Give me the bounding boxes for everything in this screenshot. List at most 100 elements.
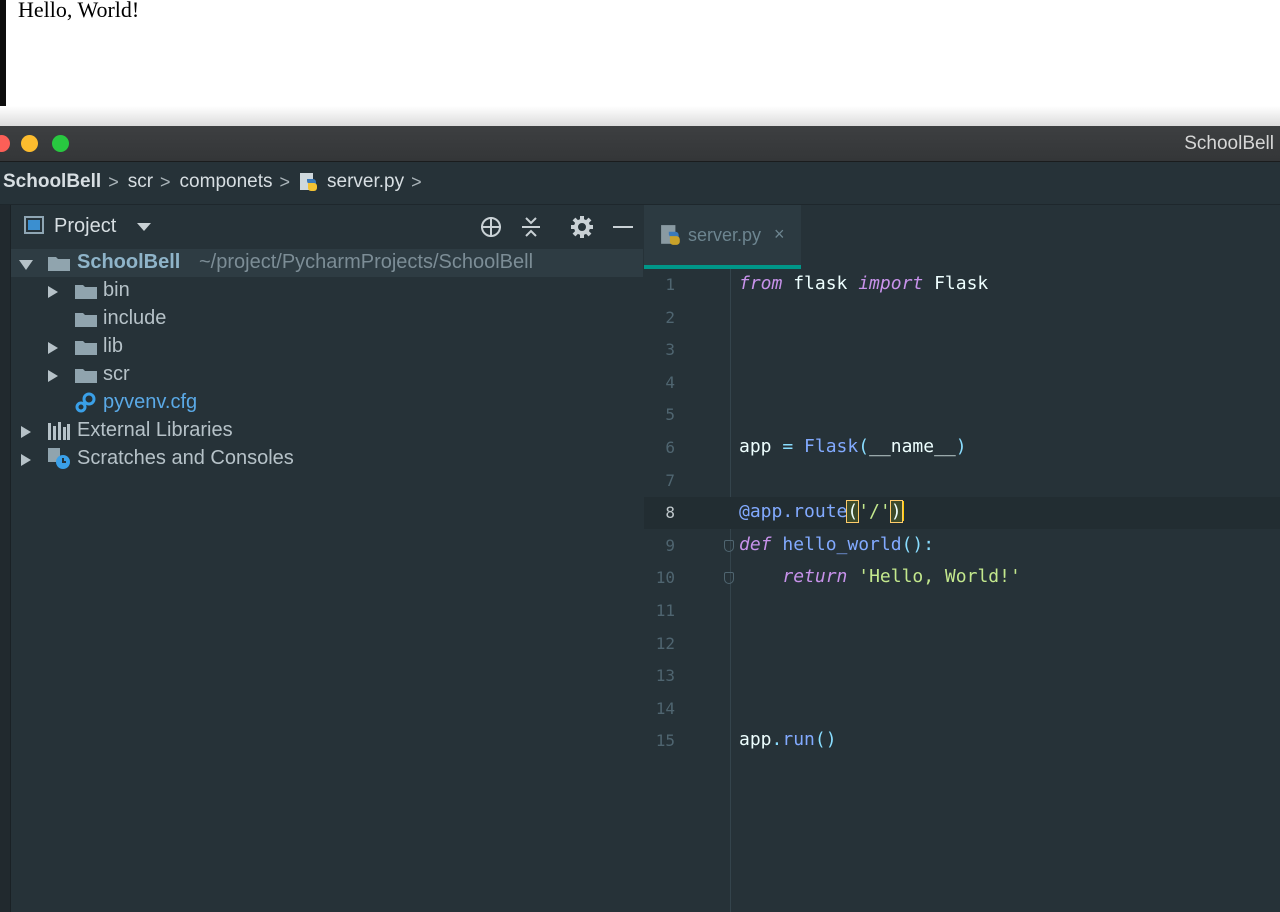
tree-item-include[interactable]: include xyxy=(11,305,643,333)
expand-arrow-icon[interactable] xyxy=(48,370,58,382)
expand-arrow-icon[interactable] xyxy=(21,426,31,438)
line-number: 5 xyxy=(665,405,675,425)
expand-arrow-icon[interactable] xyxy=(19,260,33,270)
tab-label: server.py xyxy=(688,225,762,245)
code-line[interactable]: 12 xyxy=(644,628,1280,660)
locate-icon[interactable] xyxy=(478,214,504,240)
code-line[interactable]: 9 def hello_world(): xyxy=(644,530,1280,562)
fold-marker-icon[interactable] xyxy=(724,572,734,585)
folder-icon xyxy=(75,285,97,299)
code-line[interactable]: 13 xyxy=(644,660,1280,692)
scratches-icon xyxy=(48,448,70,469)
minimize-window-button[interactable] xyxy=(21,135,38,152)
code-token: (): xyxy=(901,533,935,555)
code-line[interactable]: 11 xyxy=(644,595,1280,627)
code-line[interactable]: 6 app = Flask(__name__) xyxy=(644,432,1280,464)
code-line[interactable]: 15 app.run() xyxy=(644,725,1280,757)
code-token: __name__ xyxy=(869,436,956,457)
breadcrumb-separator-icon: > xyxy=(279,171,291,192)
chevron-down-icon[interactable] xyxy=(137,223,151,231)
tree-item-pyvenv-cfg[interactable]: pyvenv.cfg xyxy=(11,389,643,417)
breadcrumb-item-scr[interactable]: scr xyxy=(128,171,153,193)
tree-item-label: Scratches and Consoles xyxy=(77,447,294,469)
code-token: return xyxy=(782,566,848,588)
expand-arrow-icon[interactable] xyxy=(48,286,58,298)
expand-arrow-icon[interactable] xyxy=(48,342,58,354)
project-panel-header: Project xyxy=(11,205,643,247)
collapse-all-icon[interactable] xyxy=(518,214,544,240)
breadcrumb: SchoolBell > scr > componets > server.py… xyxy=(3,171,431,193)
tree-item-label: pyvenv.cfg xyxy=(103,391,198,413)
zoom-window-button[interactable] xyxy=(52,135,69,152)
line-number: 13 xyxy=(655,666,675,686)
gear-icon[interactable] xyxy=(569,214,595,240)
code-token: @app.route xyxy=(739,501,848,523)
python-file-icon xyxy=(661,225,680,245)
code-token: app xyxy=(739,729,772,751)
browser-shadow xyxy=(0,106,1280,126)
project-panel-title[interactable]: Project xyxy=(54,215,116,238)
line-number: 7 xyxy=(665,470,675,490)
code-token: ) xyxy=(889,500,903,524)
line-number: 12 xyxy=(655,633,675,653)
code-token: . xyxy=(771,729,783,751)
expand-arrow-icon[interactable] xyxy=(21,454,31,466)
code-text: def hello_world(): xyxy=(739,534,934,555)
tool-window-strip[interactable] xyxy=(0,205,11,912)
editor-tab-bar: server.py × xyxy=(644,205,1280,269)
tree-item-bin[interactable]: bin xyxy=(11,277,643,305)
tree-item-lib[interactable]: lib xyxy=(11,333,643,361)
code-text: from flask import Flask xyxy=(739,273,988,294)
code-text: return 'Hello, World!' xyxy=(739,566,1020,588)
libraries-icon xyxy=(48,422,70,440)
line-number: 11 xyxy=(655,601,675,620)
code-line[interactable]: 10 return 'Hello, World!' xyxy=(644,562,1280,594)
code-token: hello_world xyxy=(782,533,902,555)
folder-icon xyxy=(75,369,97,383)
breadcrumb-item-project[interactable]: SchoolBell xyxy=(3,171,101,193)
close-icon[interactable]: × xyxy=(774,224,785,245)
line-number: 6 xyxy=(665,438,675,457)
project-tree: SchoolBell ~/project/PycharmProjects/Sch… xyxy=(11,249,643,473)
code-line[interactable]: 3 xyxy=(644,334,1280,366)
folder-icon xyxy=(75,313,97,327)
tree-item-scratches-and-consoles[interactable]: Scratches and Consoles xyxy=(11,445,643,473)
tree-item-label: include xyxy=(103,307,167,329)
code-line[interactable]: 7 xyxy=(644,465,1280,497)
tree-item-root[interactable]: SchoolBell ~/project/PycharmProjects/Sch… xyxy=(11,249,643,277)
code-token: ( xyxy=(846,500,860,524)
line-number: 9 xyxy=(665,535,675,555)
tree-item-scr[interactable]: scr xyxy=(11,361,643,389)
code-token: = xyxy=(782,436,794,457)
close-window-button[interactable] xyxy=(0,135,10,152)
code-token: app xyxy=(739,436,783,457)
code-token: ( xyxy=(858,436,870,457)
code-line[interactable]: 14 xyxy=(644,693,1280,725)
tree-item-label: External Libraries xyxy=(77,419,233,441)
browser-viewport: Hello, World! xyxy=(0,0,1280,126)
tree-item-label: scr xyxy=(103,363,130,385)
breadcrumb-item-server-py[interactable]: server.py xyxy=(327,171,404,193)
code-line[interactable]: 2 xyxy=(644,302,1280,334)
line-number: 10 xyxy=(655,568,675,588)
tab-server-py[interactable]: server.py × xyxy=(644,205,801,269)
minimize-icon[interactable] xyxy=(610,214,636,240)
line-number: 8 xyxy=(665,503,675,523)
code-token: def xyxy=(739,533,772,555)
code-line[interactable]: 1 from flask import Flask xyxy=(644,269,1280,301)
config-file-icon xyxy=(75,392,96,413)
code-area[interactable]: 1 from flask import Flask 2 3 4 5 6 app = Flask… xyxy=(644,269,1280,912)
code-line[interactable]: 8 @app.route('/') xyxy=(644,497,1280,530)
python-file-icon xyxy=(300,173,318,191)
code-line[interactable]: 5 xyxy=(644,399,1280,431)
line-number: 4 xyxy=(665,372,675,392)
tree-item-external-libraries[interactable]: External Libraries xyxy=(11,417,643,445)
code-editor: server.py × 1 from flask import Flask 2 3 4 5… xyxy=(644,205,1280,912)
line-number: 3 xyxy=(665,340,675,360)
breadcrumb-item-componets[interactable]: componets xyxy=(180,171,273,193)
fold-marker-icon[interactable] xyxy=(724,539,734,552)
code-line[interactable]: 4 xyxy=(644,367,1280,399)
